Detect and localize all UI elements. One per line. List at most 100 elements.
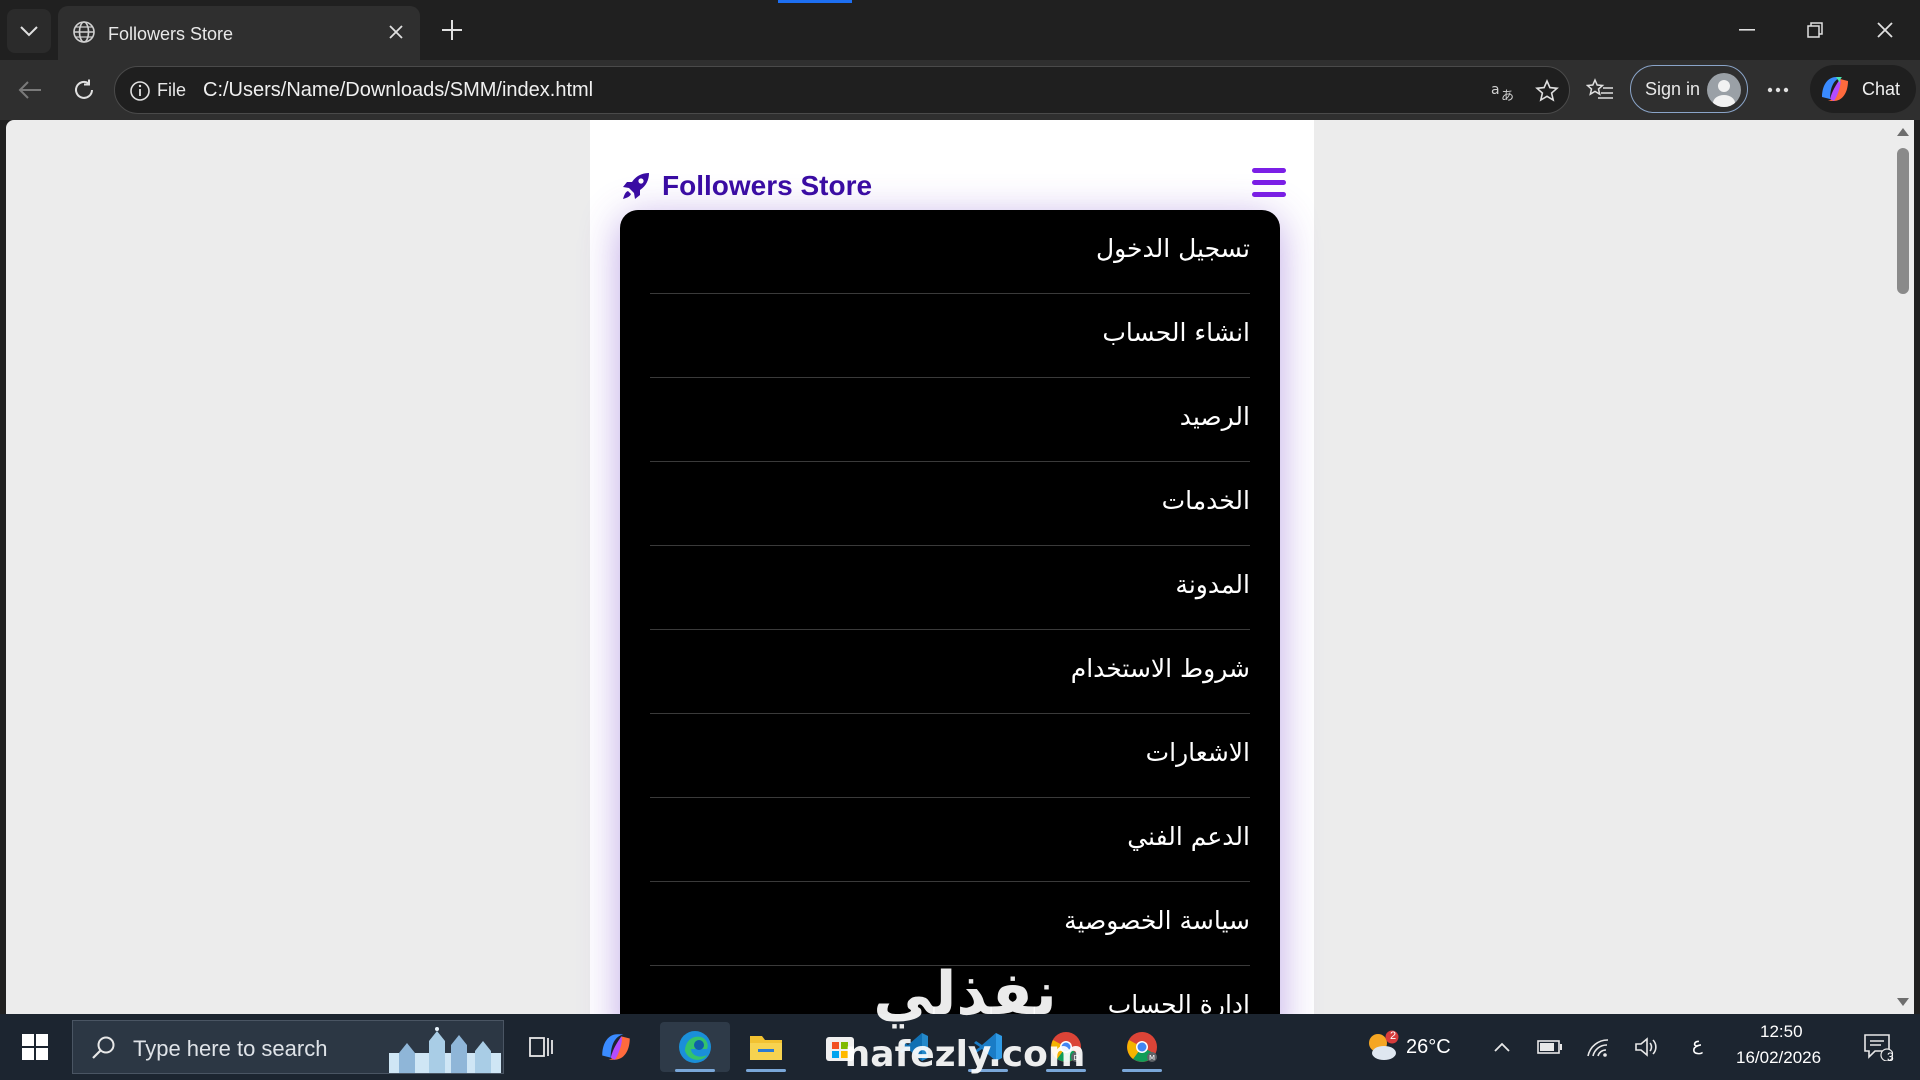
menu-item-balance[interactable]: الرصيد <box>650 378 1250 462</box>
translate-button[interactable]: aあ <box>1489 77 1517 105</box>
taskbar-vscode-active[interactable] <box>958 1022 1018 1072</box>
menu-item-services[interactable]: الخدمات <box>650 462 1250 546</box>
back-button[interactable] <box>10 70 50 110</box>
taskbar-edge[interactable] <box>660 1022 730 1072</box>
search-icon <box>92 1036 115 1059</box>
copilot-icon <box>1822 77 1848 101</box>
menu-item-notifications[interactable]: الاشعارات <box>650 714 1250 798</box>
menu-toggle-button[interactable] <box>1252 168 1286 198</box>
tab-title: Followers Store <box>108 24 234 44</box>
favorites-list-icon <box>1586 78 1613 99</box>
refresh-button[interactable] <box>64 70 104 110</box>
volume-control[interactable] <box>1624 1022 1668 1072</box>
close-icon <box>389 25 403 39</box>
close-window-button[interactable] <box>1860 8 1910 52</box>
page-scrollbar[interactable] <box>1892 120 1914 1014</box>
menu-item-label: الرصيد <box>1179 402 1250 431</box>
url-scheme-label: File <box>157 80 187 100</box>
scrollbar-thumb[interactable] <box>1897 148 1909 294</box>
battery-status[interactable] <box>1528 1022 1572 1072</box>
scroll-down-arrow-icon[interactable] <box>1897 998 1909 1006</box>
folder-icon <box>750 1036 782 1060</box>
chevron-up-icon <box>1494 1042 1510 1052</box>
refresh-icon <box>75 79 93 99</box>
search-placeholder: Type here to search <box>133 1036 328 1061</box>
copilot-icon <box>602 1034 630 1060</box>
taskbar-file-explorer[interactable] <box>736 1022 796 1072</box>
start-button[interactable] <box>12 1024 58 1070</box>
chevron-down-icon <box>20 26 38 37</box>
speaker-icon <box>1635 1037 1657 1057</box>
menu-item-label: شروط الاستخدام <box>1070 654 1250 683</box>
person-icon <box>1713 80 1735 107</box>
restore-button[interactable] <box>1790 8 1840 52</box>
loading-indicator <box>778 0 852 3</box>
store-icon <box>826 1037 854 1061</box>
menu-item-register[interactable]: انشاء الحساب <box>650 294 1250 378</box>
minimize-icon <box>1739 29 1755 31</box>
taskbar-search-box[interactable]: Type here to search <box>72 1020 504 1074</box>
site-brand[interactable]: Followers Store <box>620 166 872 206</box>
menu-item-label: تسجيل الدخول <box>1095 234 1250 263</box>
favorite-button[interactable] <box>1533 77 1561 105</box>
menu-item-terms[interactable]: شروط الاستخدام <box>650 630 1250 714</box>
weather-widget[interactable]: 2 <box>1354 1022 1410 1072</box>
chrome-icon: D <box>1051 1032 1081 1062</box>
weather-temperature[interactable]: 26°C <box>1406 1036 1451 1059</box>
running-app-indicator <box>1046 1069 1086 1072</box>
svg-text:M: M <box>1149 1054 1155 1062</box>
svg-text:D: D <box>1074 1054 1079 1062</box>
scroll-up-arrow-icon[interactable] <box>1897 128 1909 136</box>
menu-item-label: انشاء الحساب <box>1102 318 1250 347</box>
menu-item-privacy[interactable]: سياسة الخصوصية <box>650 882 1250 966</box>
clock[interactable]: 12:50 16/02/2026 <box>1726 1020 1838 1074</box>
menu-item-account[interactable]: إدارة الحساب <box>650 966 1250 1014</box>
show-hidden-icons-button[interactable] <box>1480 1022 1524 1072</box>
clock-time: 12:50 <box>1760 1022 1803 1041</box>
more-button[interactable] <box>1758 70 1798 110</box>
active-app-indicator <box>675 1069 715 1072</box>
site-container: Followers Store تسجيل الدخول انشاء الحسا… <box>590 120 1314 1014</box>
svg-text:a: a <box>1491 82 1500 98</box>
edge-browser-icon <box>679 1031 711 1063</box>
menu-item-label: المدونة <box>1175 570 1250 599</box>
windows-logo-icon <box>22 1034 48 1060</box>
sign-in-button[interactable]: Sign in <box>1630 65 1748 113</box>
arrow-left-icon <box>18 81 41 99</box>
info-icon <box>130 81 150 101</box>
menu-item-label: إدارة الحساب <box>1107 990 1250 1014</box>
menu-item-blog[interactable]: المدونة <box>650 546 1250 630</box>
browser-tab[interactable]: Followers Store <box>58 6 420 60</box>
favorites-button[interactable] <box>1580 70 1620 110</box>
tab-strip: Followers Store <box>0 0 1920 60</box>
rocket-icon <box>623 173 649 199</box>
tab-close-button[interactable] <box>384 20 408 44</box>
minimize-button[interactable] <box>1722 8 1772 52</box>
wifi-icon <box>1587 1039 1609 1057</box>
running-app-indicator <box>746 1069 786 1072</box>
vs-code-icon <box>974 1033 1002 1061</box>
notification-center-button[interactable]: 3 <box>1852 1022 1904 1072</box>
address-bar[interactable]: File C:/Users/Name/Downloads/SMM/index.h… <box>114 66 1570 114</box>
taskbar-copilot[interactable] <box>586 1022 646 1072</box>
tab-actions-button[interactable] <box>7 9 51 53</box>
taskbar-vs-code[interactable] <box>884 1022 944 1072</box>
taskbar-chrome-m[interactable]: M <box>1112 1022 1172 1072</box>
hamburger-bar <box>1252 168 1286 173</box>
menu-item-support[interactable]: الدعم الفني <box>650 798 1250 882</box>
network-status[interactable] <box>1576 1022 1620 1072</box>
copilot-chat-button[interactable]: Chat <box>1810 65 1916 113</box>
menu-item-login[interactable]: تسجيل الدخول <box>650 210 1250 294</box>
vs-code-icon <box>900 1033 928 1061</box>
url-text[interactable]: C:/Users/Name/Downloads/SMM/index.html <box>203 79 593 102</box>
task-view-button[interactable] <box>512 1022 572 1072</box>
input-language-indicator[interactable]: ع <box>1692 1034 1703 1055</box>
hamburger-bar <box>1252 180 1286 185</box>
taskbar-chrome-d[interactable]: D <box>1036 1022 1096 1072</box>
translate-icon: aあ <box>1491 82 1514 102</box>
more-horizontal-icon <box>1767 87 1789 93</box>
new-tab-button[interactable] <box>434 12 470 48</box>
taskbar-ms-store[interactable] <box>810 1022 870 1072</box>
browser-toolbar: File C:/Users/Name/Downloads/SMM/index.h… <box>0 60 1920 120</box>
chat-label: Chat <box>1862 79 1901 99</box>
